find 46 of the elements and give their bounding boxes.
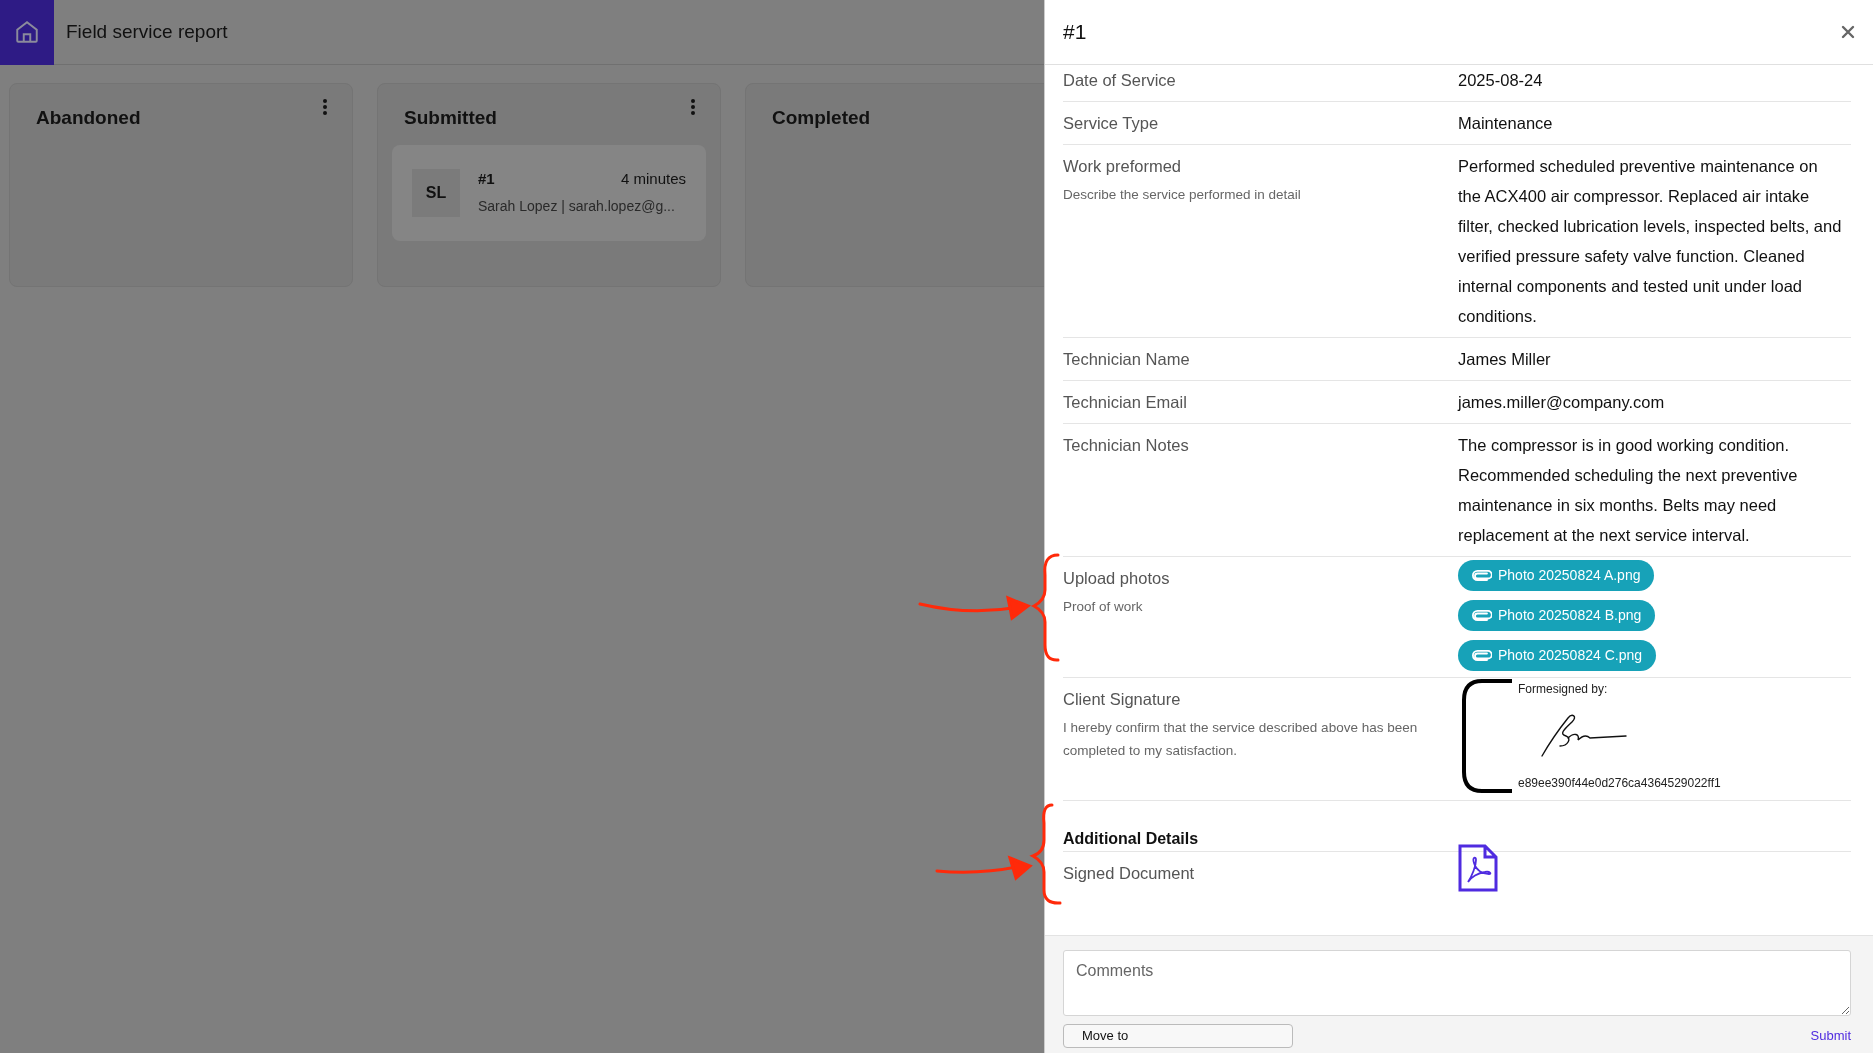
more-options-icon[interactable] bbox=[690, 98, 696, 116]
field-value: 2025-08-24 bbox=[1458, 70, 1544, 91]
card-title: #1 bbox=[478, 168, 495, 189]
page-title: Field service report bbox=[66, 19, 228, 44]
field-label: Date of Service bbox=[1063, 70, 1177, 91]
column-title: Completed bbox=[772, 106, 871, 130]
signature-caption: Formesigned by: bbox=[1518, 681, 1609, 698]
home-icon bbox=[14, 19, 40, 45]
home-button[interactable] bbox=[0, 0, 54, 65]
field-value: james.miller@company.com bbox=[1458, 392, 1666, 413]
comments-field[interactable]: Comments bbox=[1063, 950, 1851, 1016]
section-title: Additional Details bbox=[1063, 829, 1200, 849]
avatar: SL bbox=[412, 168, 460, 217]
file-chip[interactable]: Photo 20250824 A.png bbox=[1458, 560, 1655, 591]
field-value: James Miller bbox=[1458, 349, 1552, 370]
submission-card[interactable]: SL #1 4 minutes Sarah Lopez | sarah.lopez@g... bbox=[392, 144, 706, 241]
field-label: Technician Name bbox=[1063, 349, 1191, 370]
card-subtitle: Sarah Lopez | sarah.lopez@g... bbox=[478, 197, 676, 217]
file-chip[interactable]: Photo 20250824 B.png bbox=[1458, 600, 1656, 631]
paperclip-icon bbox=[1472, 569, 1492, 582]
field-hint: I hereby confirm that the service described above has been completed to my satisfaction. bbox=[1063, 719, 1419, 760]
field-label: Technician Notes bbox=[1063, 435, 1190, 456]
field-label: Signed Document bbox=[1063, 863, 1196, 884]
card-time: 4 minutes bbox=[620, 168, 686, 189]
close-icon[interactable] bbox=[1841, 25, 1855, 39]
field-hint: Describe the service performed in detail bbox=[1063, 186, 1302, 204]
field-value: The compressor is in good working condition. Recommended scheduling the next preventive maintenance in six months. Belts may need replacement at the next service interval. bbox=[1458, 435, 1799, 546]
field-label: Technician Email bbox=[1063, 392, 1188, 413]
submit-link[interactable]: Submit bbox=[1810, 1026, 1851, 1046]
paperclip-icon bbox=[1472, 649, 1492, 662]
field-label: Service Type bbox=[1063, 113, 1160, 134]
field-label: Client Signature bbox=[1063, 689, 1182, 710]
column-title: Submitted bbox=[404, 106, 497, 130]
move-to-button[interactable]: Move to bbox=[1063, 1024, 1293, 1048]
pdf-document-icon[interactable] bbox=[1458, 844, 1498, 892]
file-chip[interactable]: Photo 20250824 C.png bbox=[1458, 640, 1656, 671]
field-value: Maintenance bbox=[1458, 113, 1554, 134]
column-title: Abandoned bbox=[36, 106, 141, 130]
field-label: Upload photos bbox=[1063, 568, 1171, 589]
more-options-icon[interactable] bbox=[322, 98, 328, 116]
field-hint: Proof of work bbox=[1063, 598, 1144, 616]
signature-hash: e89ee390f44e0d276ca4364529022ff1 bbox=[1518, 775, 1721, 792]
field-label: Work preformed bbox=[1063, 156, 1182, 177]
panel-title: #1 bbox=[1063, 19, 1087, 46]
field-value: Performed scheduled preventive maintenance on the ACX400 air compressor. Replaced air intake filter, checked lubrication levels, inspected belts, and verified pressure safety valve function. Cleaned internal components and tested unit under load conditions. bbox=[1458, 156, 1843, 327]
paperclip-icon bbox=[1472, 609, 1492, 622]
